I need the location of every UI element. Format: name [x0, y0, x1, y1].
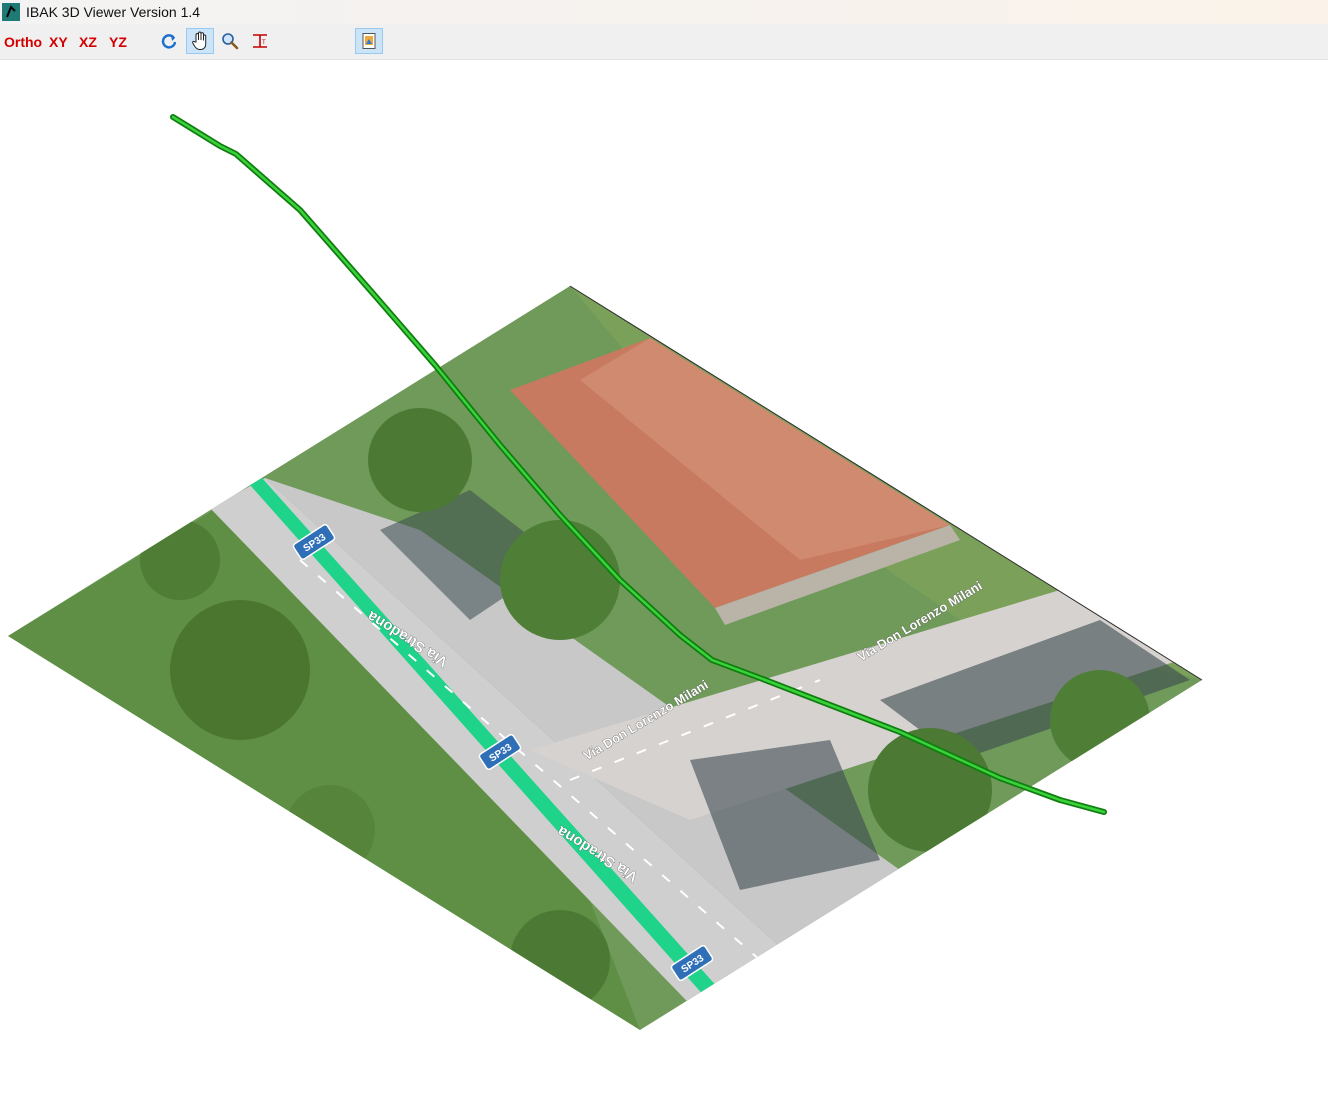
- export-icon: [362, 33, 376, 49]
- hand-pan-icon: [192, 31, 207, 50]
- pan-button[interactable]: [186, 28, 214, 54]
- toolbar: Ortho XY XZ YZ T: [0, 24, 1328, 60]
- svg-text:T: T: [262, 40, 266, 46]
- window-title: IBAK 3D Viewer Version 1.4: [26, 4, 201, 20]
- scene[interactable]: SP33 SP33 SP33 Via Stradona Via Stradona…: [0, 60, 1328, 1107]
- ortho-button[interactable]: Ortho: [4, 34, 42, 50]
- text-marker-button[interactable]: T: [246, 28, 274, 54]
- view-xz-button[interactable]: XZ: [79, 34, 97, 50]
- view-yz-button[interactable]: YZ: [109, 34, 127, 50]
- text-marker-icon: T: [253, 34, 267, 48]
- 3d-viewport[interactable]: SP33 SP33 SP33 Via Stradona Via Stradona…: [0, 60, 1328, 1107]
- title-bar: IBAK 3D Viewer Version 1.4: [0, 0, 1328, 24]
- refresh-button[interactable]: [155, 28, 183, 54]
- zoom-icon: [222, 33, 239, 50]
- zoom-button[interactable]: [216, 28, 244, 54]
- map-tile: SP33 SP33 SP33 Via Stradona Via Stradona…: [8, 285, 1203, 1030]
- export-button[interactable]: [355, 28, 383, 54]
- view-xy-button[interactable]: XY: [49, 34, 68, 50]
- ibak-app-icon: [2, 3, 20, 21]
- refresh-icon: [161, 34, 177, 49]
